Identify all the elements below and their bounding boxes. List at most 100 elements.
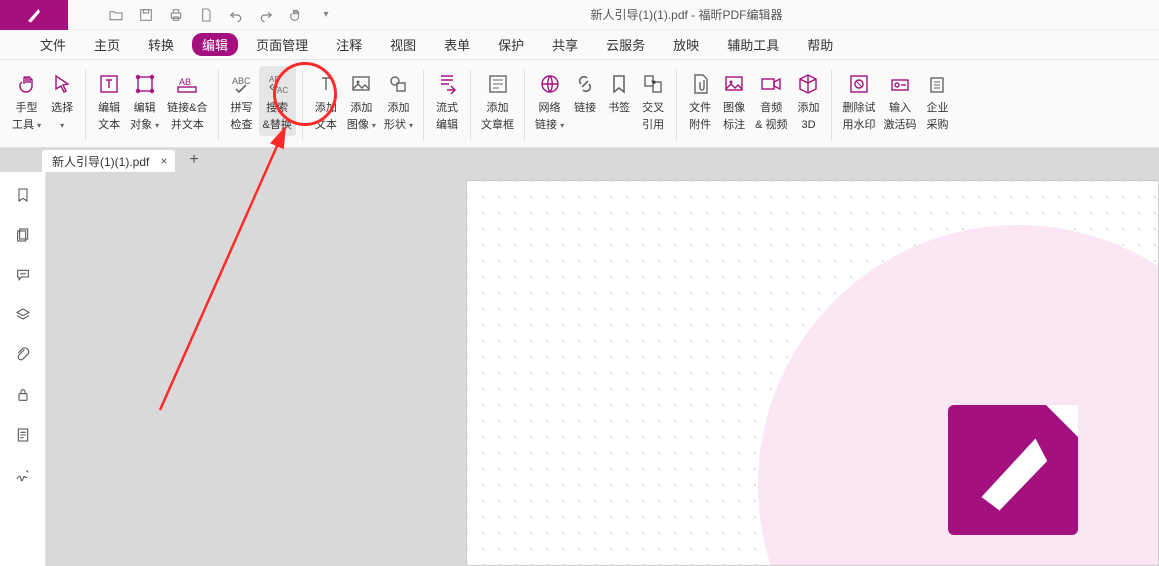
cross-ref-icon xyxy=(641,70,665,98)
reflow-edit-button[interactable]: 流式编辑 xyxy=(430,66,464,132)
edit-text-button[interactable]: 编辑文本 xyxy=(92,66,126,132)
reflow-edit-icon xyxy=(435,70,459,98)
image-annot-icon xyxy=(722,70,746,98)
ribbon-label: 并文本 xyxy=(171,119,204,132)
add-tab-button[interactable]: + xyxy=(189,151,198,169)
document-tab[interactable]: 新人引导(1)(1).pdf × xyxy=(42,150,175,172)
ribbon-label: 采购 xyxy=(926,119,948,132)
layers-icon[interactable] xyxy=(14,306,32,324)
edit-object-button[interactable]: 编辑对象 ▾ xyxy=(126,66,163,132)
hand-tool-button[interactable]: 手型工具 ▾ xyxy=(8,66,45,132)
ribbon-label: 引用 xyxy=(642,119,664,132)
spell-check-button[interactable]: ABC拼写检查 xyxy=(225,66,259,132)
ribbon-label: 书签 xyxy=(608,102,630,115)
edit-object-icon xyxy=(133,70,157,98)
ribbon-separator xyxy=(302,70,303,140)
link-merge-button[interactable]: AB链接&合并文本 xyxy=(163,66,211,132)
menu-帮助[interactable]: 帮助 xyxy=(797,33,843,56)
ribbon-label: 添加 xyxy=(315,102,337,115)
activation-code-button[interactable]: 输入激活码 xyxy=(879,66,920,132)
pages-icon[interactable] xyxy=(14,226,32,244)
add-article-icon xyxy=(486,70,510,98)
ribbon-label: &替换 xyxy=(263,119,292,132)
undo-icon[interactable] xyxy=(228,7,244,23)
menu-bar: 文件主页转换编辑页面管理注释视图表单保护共享云服务放映辅助工具帮助 xyxy=(0,30,1159,60)
app-logo[interactable] xyxy=(0,0,68,30)
menu-保护[interactable]: 保护 xyxy=(488,33,534,56)
ribbon-label: 图像 ▾ xyxy=(347,119,376,132)
audio-video-button[interactable]: 音频& 视频 xyxy=(751,66,791,132)
menu-共享[interactable]: 共享 xyxy=(542,33,588,56)
ribbon-label: 编辑 xyxy=(436,119,458,132)
attachment-icon[interactable] xyxy=(14,346,32,364)
ribbon-label: 工具 ▾ xyxy=(12,119,41,132)
signature-icon[interactable] xyxy=(14,466,32,484)
side-panel xyxy=(0,172,46,566)
link-icon xyxy=(573,70,597,98)
bookmark-icon[interactable] xyxy=(14,186,32,204)
close-icon[interactable]: × xyxy=(160,154,167,168)
menu-转换[interactable]: 转换 xyxy=(138,33,184,56)
ribbon-separator xyxy=(676,70,677,140)
save-icon[interactable] xyxy=(138,7,154,23)
remove-trial-wm-button[interactable]: 删除试用水印 xyxy=(838,66,879,132)
security-icon[interactable] xyxy=(14,386,32,404)
link-button[interactable]: 链接 xyxy=(568,66,602,115)
ribbon-label: 添加 xyxy=(797,102,819,115)
svg-text:AB: AB xyxy=(269,75,280,84)
ribbon-label: 文本 xyxy=(315,119,337,132)
menu-辅助工具[interactable]: 辅助工具 xyxy=(717,33,789,56)
page-icon[interactable] xyxy=(198,7,214,23)
ribbon-label: 对象 ▾ xyxy=(130,119,159,132)
image-annot-button[interactable]: 图像标注 xyxy=(717,66,751,132)
document-page[interactable] xyxy=(466,180,1159,566)
ribbon-label: 搜索 xyxy=(266,102,288,115)
bookmark-button[interactable]: 书签 xyxy=(602,66,636,115)
add-shape-button[interactable]: 添加形状 ▾ xyxy=(380,66,417,132)
add-article-button[interactable]: 添加文章框 xyxy=(477,66,518,132)
enterprise-buy-button[interactable]: 企业采购 xyxy=(920,66,954,132)
ribbon-label: 检查 xyxy=(231,119,253,132)
search-replace-button[interactable]: ABAC搜索&替换 xyxy=(259,66,296,136)
link-merge-icon: AB xyxy=(175,70,199,98)
add-3d-button[interactable]: 添加3D xyxy=(791,66,825,132)
ribbon-label: 图像 xyxy=(723,102,745,115)
add-image-button[interactable]: 添加图像 ▾ xyxy=(343,66,380,132)
menu-页面管理[interactable]: 页面管理 xyxy=(246,33,318,56)
menu-编辑[interactable]: 编辑 xyxy=(192,33,238,56)
ribbon-separator xyxy=(218,70,219,140)
add-text-button[interactable]: 添加文本 xyxy=(309,66,343,132)
ribbon-label: 添加 xyxy=(350,102,372,115)
print-icon[interactable] xyxy=(168,7,184,23)
form-icon[interactable] xyxy=(14,426,32,444)
work-area xyxy=(0,172,1159,566)
open-icon[interactable] xyxy=(108,7,124,23)
qat-more-icon[interactable]: ▾ xyxy=(318,7,334,23)
ribbon-label: 编辑 xyxy=(98,102,120,115)
ribbon-label: 网络 xyxy=(539,102,561,115)
web-link-button[interactable]: 网络链接 ▾ xyxy=(531,66,568,132)
hand-tool-icon xyxy=(15,70,39,98)
menu-注释[interactable]: 注释 xyxy=(326,33,372,56)
menu-文件[interactable]: 文件 xyxy=(30,33,76,56)
add-text-icon xyxy=(314,70,338,98)
redo-icon[interactable] xyxy=(258,7,274,23)
document-tab-strip: 新人引导(1)(1).pdf × + xyxy=(0,148,1159,172)
activation-code-icon xyxy=(888,70,912,98)
title-bar: ▾ 新人引导(1)(1).pdf - 福昕PDF编辑器 xyxy=(0,0,1159,30)
comments-icon[interactable] xyxy=(14,266,32,284)
ribbon-label: 链接 ▾ xyxy=(535,119,564,132)
menu-表单[interactable]: 表单 xyxy=(434,33,480,56)
add-image-icon xyxy=(349,70,373,98)
select-tool-button[interactable]: 选择▾ xyxy=(45,66,79,132)
hand-icon[interactable] xyxy=(288,7,304,23)
menu-主页[interactable]: 主页 xyxy=(84,33,130,56)
file-attach-button[interactable]: 文件附件 xyxy=(683,66,717,132)
menu-云服务[interactable]: 云服务 xyxy=(596,33,655,56)
ribbon-label: 文章框 xyxy=(481,119,514,132)
cross-ref-button[interactable]: 交叉引用 xyxy=(636,66,670,132)
ribbon-separator xyxy=(470,70,471,140)
ribbon-label: 选择 xyxy=(51,102,73,115)
menu-视图[interactable]: 视图 xyxy=(380,33,426,56)
menu-放映[interactable]: 放映 xyxy=(663,33,709,56)
